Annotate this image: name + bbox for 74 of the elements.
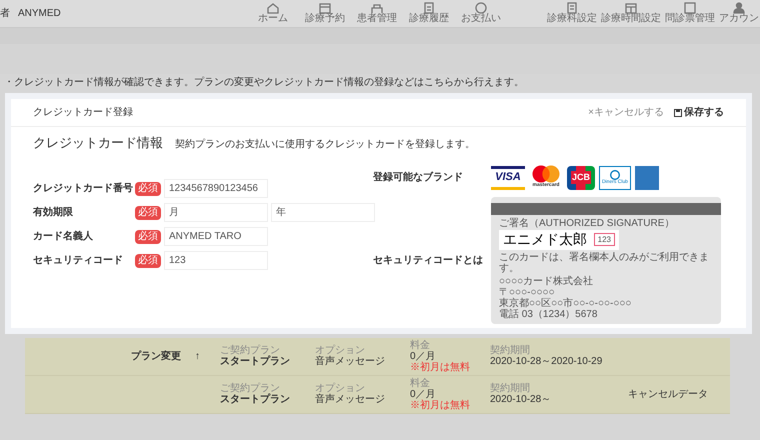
home-icon	[266, 2, 280, 14]
field-label: カード名義人	[33, 230, 94, 244]
fee-value: 0／月	[410, 350, 437, 362]
calendar-icon	[318, 2, 332, 14]
column-label: 契約期間	[490, 383, 531, 394]
status-text: キャンセルデータ	[628, 388, 708, 400]
modal-title: クレジットカード登録	[33, 106, 133, 120]
text-field[interactable]: ANYMED TARO	[164, 227, 268, 246]
plan-name: スタートプラン	[220, 394, 291, 405]
calendar-icon	[624, 2, 638, 14]
users-icon	[370, 2, 384, 14]
field-label: セキュリティコード	[33, 254, 124, 268]
save-icon	[674, 108, 682, 116]
signature-text: エニメド太郎	[503, 234, 587, 245]
column-label: ご契約プラン	[220, 345, 281, 356]
plan-name: スタートプラン	[220, 356, 291, 367]
field-label: 有効期限	[33, 206, 74, 220]
fee-note: ※初月は無料	[410, 362, 471, 372]
section-description: 契約プランのお支払いに使用するクレジットカードを登録します。	[175, 138, 475, 152]
fee-value: 0／月	[410, 388, 437, 400]
text-field[interactable]: 年	[271, 203, 375, 222]
signature-label: ご署名（AUTHORIZED SIGNATURE）	[499, 218, 676, 228]
jcb-logo: JCB	[567, 166, 595, 190]
required-badge: 必須	[135, 254, 161, 268]
user-icon	[732, 2, 746, 14]
field-label: 登録可能なブランド	[373, 170, 464, 185]
text-field[interactable]: 1234567890123456	[164, 179, 268, 198]
coin-icon	[474, 2, 488, 14]
settings-link[interactable]: 診療科設定	[546, 2, 598, 27]
option-name: 音声メッセージ	[315, 394, 386, 405]
column-label: 料金	[410, 378, 431, 388]
fee-note: ※初月は無料	[410, 400, 471, 410]
nav-link[interactable]: 患者管理	[354, 2, 400, 27]
column-label: 料金	[410, 340, 431, 350]
section-title: クレジットカード情報	[33, 134, 163, 152]
nav-link[interactable]: お支払い	[458, 2, 504, 27]
field-label: クレジットカード番号	[33, 182, 133, 196]
user-name: ANYMED	[18, 7, 61, 21]
required-badge: 必須	[135, 206, 161, 220]
settings-link[interactable]: 診療時間設定	[600, 2, 662, 27]
visa-logo: VISA	[491, 166, 525, 190]
settings-link[interactable]: アカウン	[718, 2, 760, 27]
period-value: 2020-10-28～	[490, 394, 552, 405]
field-label: セキュリティコードとは	[373, 254, 484, 268]
plan-change-button[interactable]: プラン変更	[131, 350, 181, 362]
cancel-button[interactable]: ×キャンセルする	[588, 105, 664, 120]
issuer-info: ○○○○カード株式会社	[499, 276, 594, 286]
security-code: 123	[594, 233, 615, 246]
column-label: オプション	[315, 383, 366, 394]
column-label: オプション	[315, 345, 366, 356]
required-badge: 必須	[135, 182, 161, 196]
text-field[interactable]: 月	[164, 203, 268, 222]
issuer-info: 〒○○○-○○○○	[499, 286, 556, 298]
issuer-info: 電話 03（1234）5678	[499, 308, 598, 320]
column-label: 契約期間	[490, 345, 531, 356]
text-field[interactable]: 123	[164, 251, 268, 270]
card-note: このカードは、署名欄本人のみがご利用できます。	[499, 252, 710, 274]
nav-link[interactable]: ホーム	[250, 2, 296, 27]
sort-arrow: ↑	[195, 350, 200, 362]
settings-link[interactable]: 問診票管理	[664, 2, 716, 27]
save-button[interactable]: 保存する	[674, 105, 724, 120]
document-icon	[565, 2, 579, 14]
document-icon	[422, 2, 436, 14]
amex-logo	[635, 166, 659, 190]
required-badge: 必須	[135, 230, 161, 244]
user-role: 者	[0, 6, 10, 21]
square-icon	[683, 2, 697, 14]
nav-link[interactable]: 診療履歴	[406, 2, 452, 27]
option-name: 音声メッセージ	[315, 356, 386, 367]
notice-text: ・クレジットカード情報が確認できます。プランの変更やクレジットカード情報の登録などはこちらから行えます。	[4, 76, 524, 90]
nav-link[interactable]: 診療予約	[302, 2, 348, 27]
column-label: ご契約プラン	[220, 383, 281, 394]
issuer-info: 東京都○○区○○市○○-○-○○-○○○	[499, 298, 632, 308]
period-value: 2020-10-28～2020-10-29	[490, 356, 604, 367]
